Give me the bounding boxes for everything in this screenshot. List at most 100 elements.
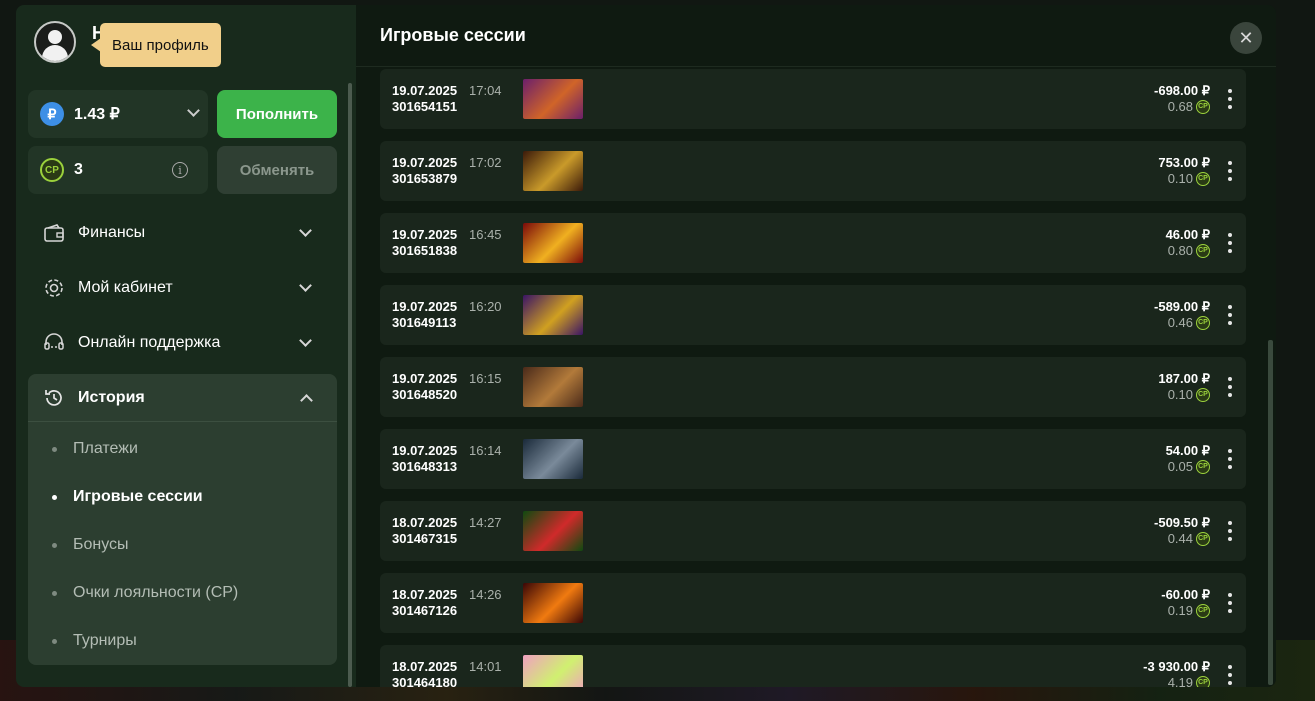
menu-item-finance[interactable]: Финансы — [28, 209, 336, 257]
game-thumbnail[interactable] — [523, 583, 583, 623]
cp-coin-icon: CP — [1196, 243, 1210, 258]
session-date: 19.07.2025 — [392, 83, 458, 98]
bullet-icon — [52, 590, 57, 596]
session-amount: 187.00 ₽ — [1158, 371, 1210, 386]
session-id: 301653879 — [392, 171, 458, 186]
more-options-icon[interactable] — [1228, 521, 1232, 541]
menu-item-cabinet[interactable]: Мой кабинет — [28, 264, 336, 312]
session-date: 19.07.2025 — [392, 227, 458, 242]
close-button[interactable]: ✕ — [1230, 22, 1262, 54]
session-row[interactable]: 18.07.2025 14:27 301467315 -509.50 ₽0.44 CP — [380, 501, 1246, 561]
game-thumbnail[interactable] — [523, 295, 583, 335]
session-amount: -698.00 ₽ — [1154, 83, 1210, 98]
history-sub-loyalty[interactable]: Очки лояльности (CP) — [52, 584, 238, 602]
list-scrollbar[interactable] — [1268, 340, 1273, 685]
chevron-down-icon — [187, 104, 200, 117]
ruble-coin-icon: ₽ — [40, 102, 64, 126]
session-cp: 0.80 CP — [1168, 243, 1210, 258]
headset-icon — [42, 331, 66, 355]
session-cp-value: 0.05 — [1167, 459, 1193, 474]
session-time: 17:04 — [469, 83, 502, 98]
session-id: 301648313 — [392, 459, 458, 474]
more-options-icon[interactable] — [1228, 377, 1232, 397]
session-row[interactable]: 19.07.2025 16:14 301648313 54.00 ₽0.05 CP — [380, 429, 1246, 489]
bullet-icon — [52, 638, 57, 644]
menu-item-support[interactable]: Онлайн поддержка — [28, 319, 336, 367]
close-icon: ✕ — [1238, 27, 1254, 48]
more-options-icon[interactable] — [1228, 89, 1232, 109]
session-cp: 0.44 CP — [1168, 531, 1210, 546]
more-options-icon[interactable] — [1228, 593, 1232, 613]
game-thumbnail[interactable] — [523, 655, 583, 687]
session-date: 18.07.2025 — [392, 659, 458, 674]
session-row[interactable]: 19.07.2025 16:20 301649113 -589.00 ₽0.46 CP — [380, 285, 1246, 345]
sub-item-label: Очки лояльности (CP) — [73, 584, 239, 601]
session-time: 16:45 — [469, 227, 502, 242]
menu-item-label: История — [78, 388, 145, 406]
topup-button[interactable]: Пополнить — [217, 90, 337, 138]
session-date: 19.07.2025 — [392, 299, 458, 314]
menu-item-history[interactable]: История — [28, 374, 337, 422]
session-id: 301648520 — [392, 387, 458, 402]
game-thumbnail[interactable] — [523, 223, 583, 263]
avatar-body — [42, 45, 68, 61]
more-options-icon[interactable] — [1228, 665, 1232, 685]
session-row[interactable]: 19.07.2025 16:45 301651838 46.00 ₽0.80 CP — [380, 213, 1246, 273]
exchange-button[interactable]: Обменять — [217, 146, 337, 194]
session-row[interactable]: 19.07.2025 16:15 301648520 187.00 ₽0.10 CP — [380, 357, 1246, 417]
more-options-icon[interactable] — [1228, 233, 1232, 253]
session-time: 16:15 — [469, 371, 502, 386]
more-options-icon[interactable] — [1228, 161, 1232, 181]
game-thumbnail[interactable] — [523, 151, 583, 191]
menu-item-label: Финансы — [78, 224, 146, 241]
game-sessions-panel: Игровые сессии ✕ 19.07.2025 17:04 30165415… — [356, 5, 1276, 687]
sidebar-scrollbar[interactable] — [348, 83, 352, 687]
session-row[interactable]: 19.07.2025 17:02 301653879 753.00 ₽0.10 CP — [380, 141, 1246, 201]
cp-coin-icon: CP — [1196, 171, 1210, 186]
cp-coin-icon: CP — [1196, 603, 1210, 618]
session-id: 301464180 — [392, 675, 458, 687]
balance-value: 1.43 ₽ — [74, 106, 120, 123]
history-sub-bonuses[interactable]: Бонусы — [52, 536, 129, 554]
avatar[interactable] — [34, 21, 76, 63]
cp-coin-icon: CP — [1196, 675, 1210, 687]
session-date: 19.07.2025 — [392, 371, 458, 386]
session-time: 16:14 — [469, 443, 502, 458]
session-time: 17:02 — [469, 155, 502, 170]
session-cp: 0.46 CP — [1168, 315, 1210, 330]
more-options-icon[interactable] — [1228, 305, 1232, 325]
session-cp-value: 0.80 — [1167, 243, 1193, 258]
menu-item-label: Онлайн поддержка — [78, 334, 221, 351]
game-thumbnail[interactable] — [523, 439, 583, 479]
chevron-down-icon — [299, 334, 312, 347]
sub-item-label: Бонусы — [73, 536, 129, 553]
session-amount: 54.00 ₽ — [1165, 443, 1210, 458]
cp-coin-icon: CP — [40, 158, 64, 182]
session-row[interactable]: 18.07.2025 14:01 301464180 -3 930.00 ₽4.19 C… — [380, 645, 1246, 687]
session-row[interactable]: 18.07.2025 14:26 301467126 -60.00 ₽0.19 CP — [380, 573, 1246, 633]
history-sub-tournaments[interactable]: Турниры — [52, 632, 137, 650]
game-thumbnail[interactable] — [523, 367, 583, 407]
cp-points-value: 3 — [74, 161, 83, 178]
bullet-icon — [52, 494, 57, 500]
game-thumbnail[interactable] — [523, 511, 583, 551]
history-sub-game-sessions[interactable]: Игровые сессии — [52, 488, 203, 506]
page-title: Игровые сессии — [380, 25, 526, 45]
session-cp-value: 4.19 — [1167, 675, 1193, 687]
history-section: История Платежи Игровые сессии Бонусы Оч… — [28, 374, 337, 665]
balance-selector[interactable]: ₽ 1.43 ₽ — [28, 90, 208, 138]
history-sub-payments[interactable]: Платежи — [52, 440, 138, 458]
session-cp-value: 0.10 — [1167, 171, 1193, 186]
gear-icon — [42, 276, 66, 300]
profile-sidebar: H Ваш профиль ₽ 1.43 ₽ Пополнить CP 3 i … — [16, 5, 356, 687]
chevron-up-icon — [300, 394, 313, 407]
sub-item-label: Игровые сессии — [73, 488, 203, 505]
game-thumbnail[interactable] — [523, 79, 583, 119]
session-cp: 0.19 CP — [1168, 603, 1210, 618]
more-options-icon[interactable] — [1228, 449, 1232, 469]
session-time: 14:27 — [469, 515, 502, 530]
info-icon[interactable]: i — [172, 162, 188, 178]
session-row[interactable]: 19.07.2025 17:04 301654151 -698.00 ₽0.68 CP — [380, 69, 1246, 129]
history-icon — [42, 386, 66, 410]
bullet-icon — [52, 446, 57, 452]
